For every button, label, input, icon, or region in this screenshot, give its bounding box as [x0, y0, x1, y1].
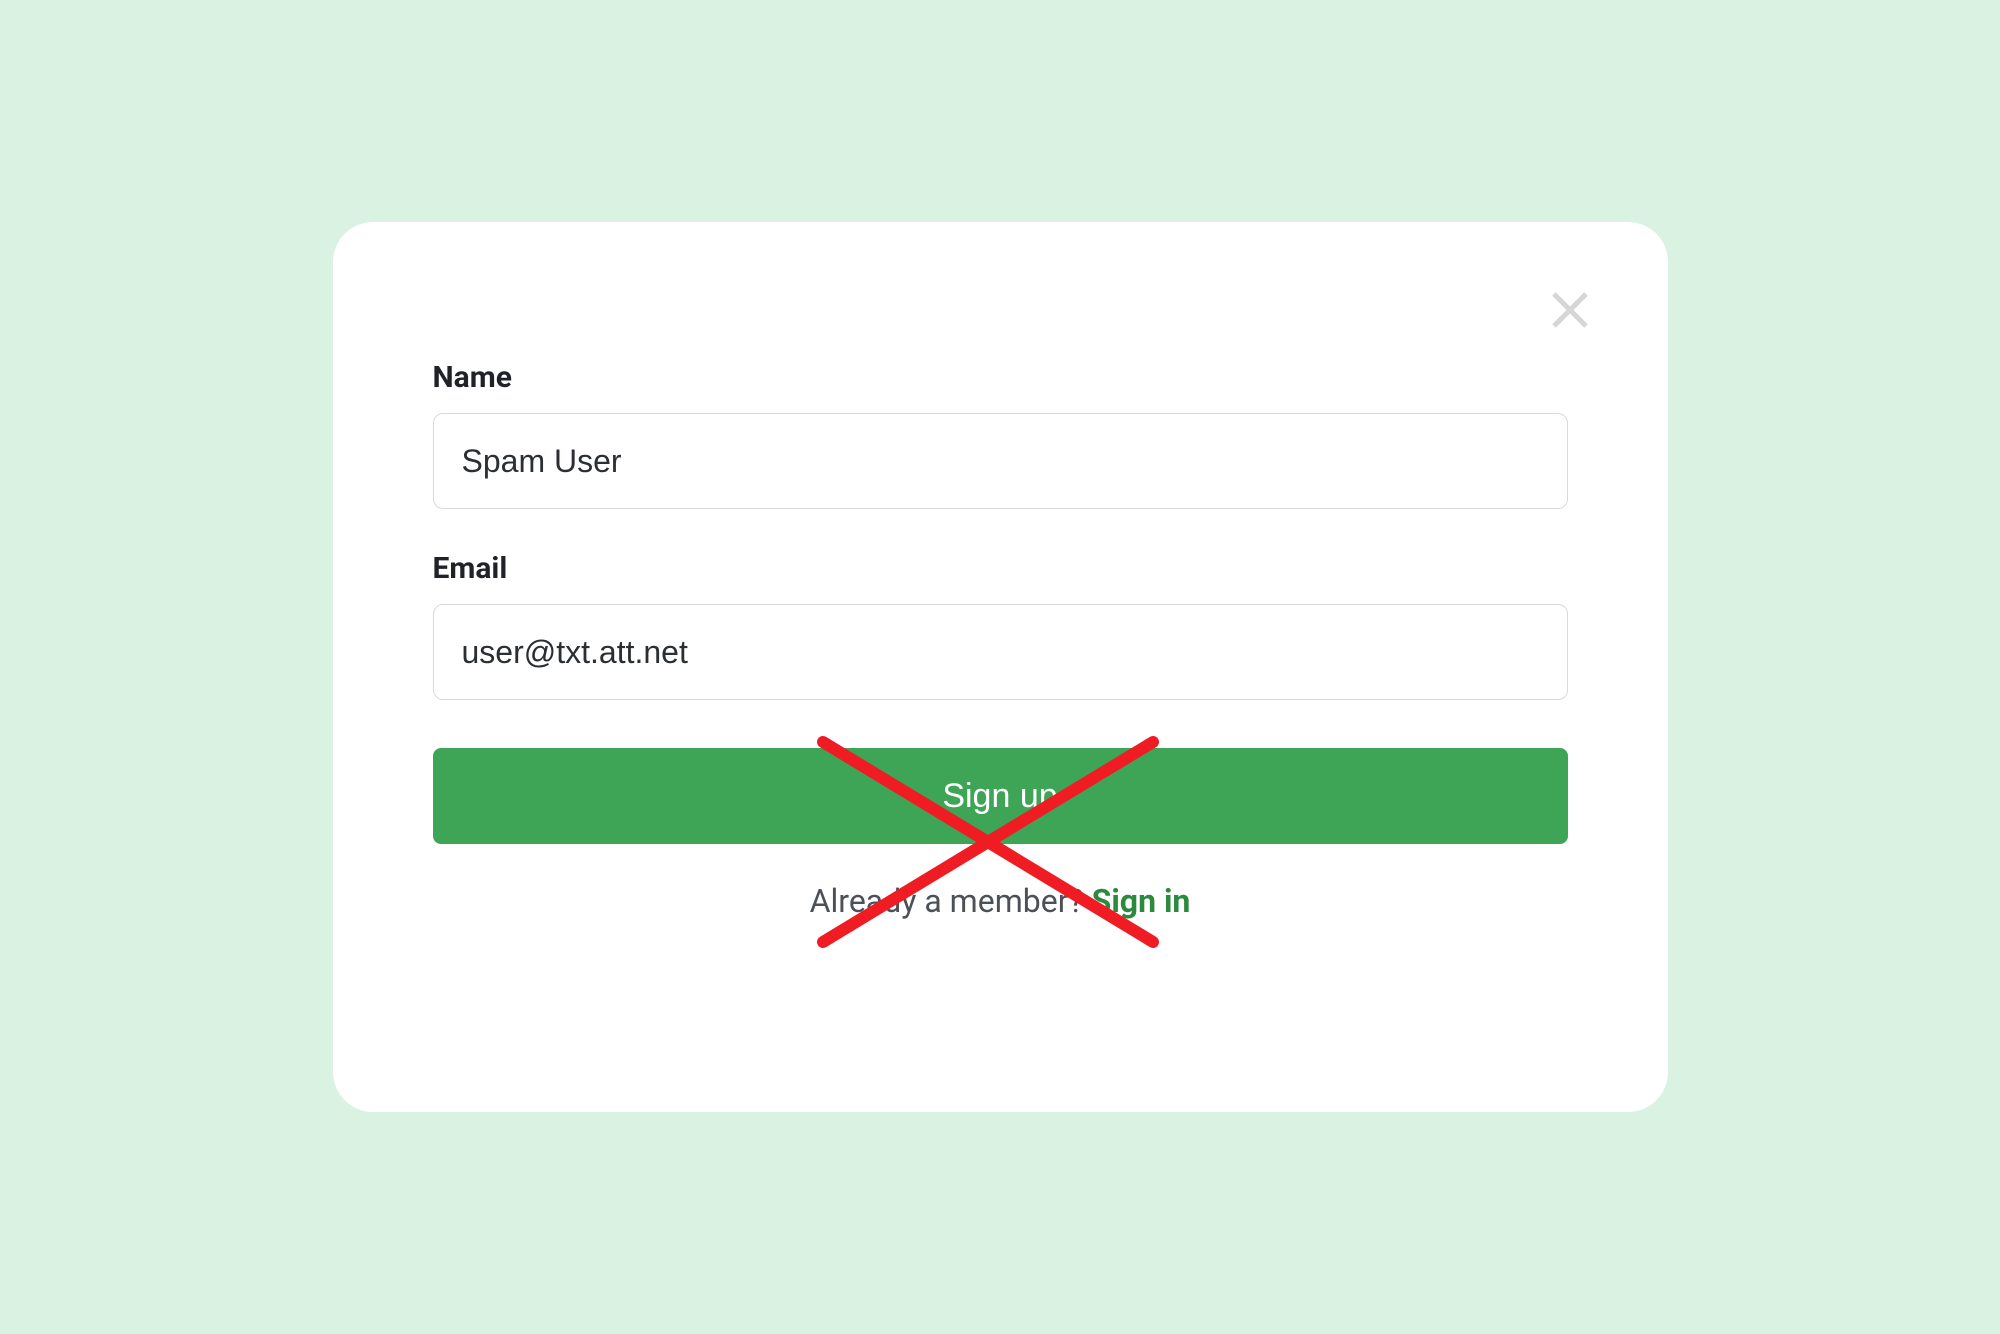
signin-link[interactable]: Sign in [1092, 882, 1191, 920]
name-input[interactable] [433, 413, 1568, 509]
footer-text: Already a member? [810, 882, 1092, 920]
footer-prompt: Already a member? Sign in [433, 882, 1568, 920]
name-field-group: Name [433, 360, 1568, 509]
close-icon [1546, 286, 1594, 334]
signup-card: Name Email Sign up Already a member? Sig… [333, 222, 1668, 1112]
close-button[interactable] [1542, 282, 1598, 338]
email-field-group: Email [433, 551, 1568, 700]
signup-button[interactable]: Sign up [433, 748, 1568, 844]
signup-form: Name Email Sign up Already a member? Sig… [433, 360, 1568, 920]
name-label: Name [433, 360, 1568, 395]
email-input[interactable] [433, 604, 1568, 700]
email-label: Email [433, 551, 1568, 586]
